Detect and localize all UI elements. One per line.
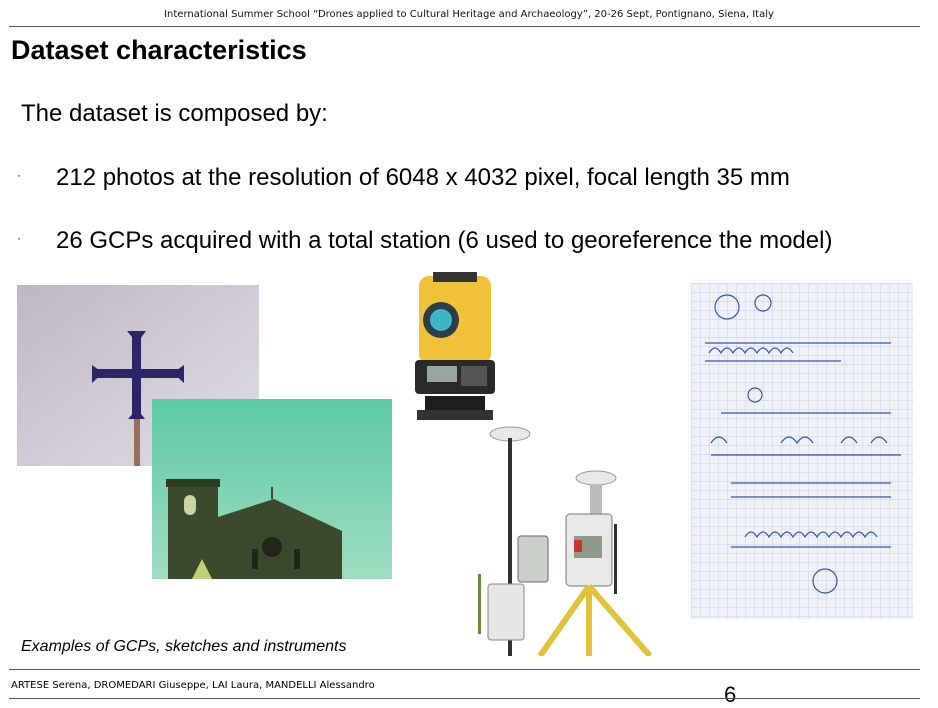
page-number: 6	[724, 682, 737, 707]
slide-header: International Summer School “Drones appl…	[164, 9, 774, 20]
image-caption: Examples of GCPs, sketches and instrumen…	[21, 638, 347, 655]
intro-text: The dataset is composed by:	[21, 100, 328, 127]
total-station-photo	[405, 270, 505, 426]
slide-title: Dataset characteristics	[11, 35, 307, 65]
bullet-marker-1: ·	[17, 168, 21, 182]
header-rule	[9, 26, 920, 27]
footer-rule-top	[9, 669, 920, 670]
footer-rule-bottom	[9, 698, 920, 699]
field-sketch-photo	[691, 283, 913, 619]
bullet-marker-2: ·	[17, 231, 21, 245]
bullet-text-2: 26 GCPs acquired with a total station (6…	[56, 227, 833, 254]
church-photo	[152, 399, 392, 579]
footer-authors: ARTESE Serena, DROMEDARI Giuseppe, LAI L…	[11, 680, 375, 691]
gps-instruments-photo	[474, 424, 662, 656]
bullet-text-1: 212 photos at the resolution of 6048 x 4…	[56, 164, 790, 191]
